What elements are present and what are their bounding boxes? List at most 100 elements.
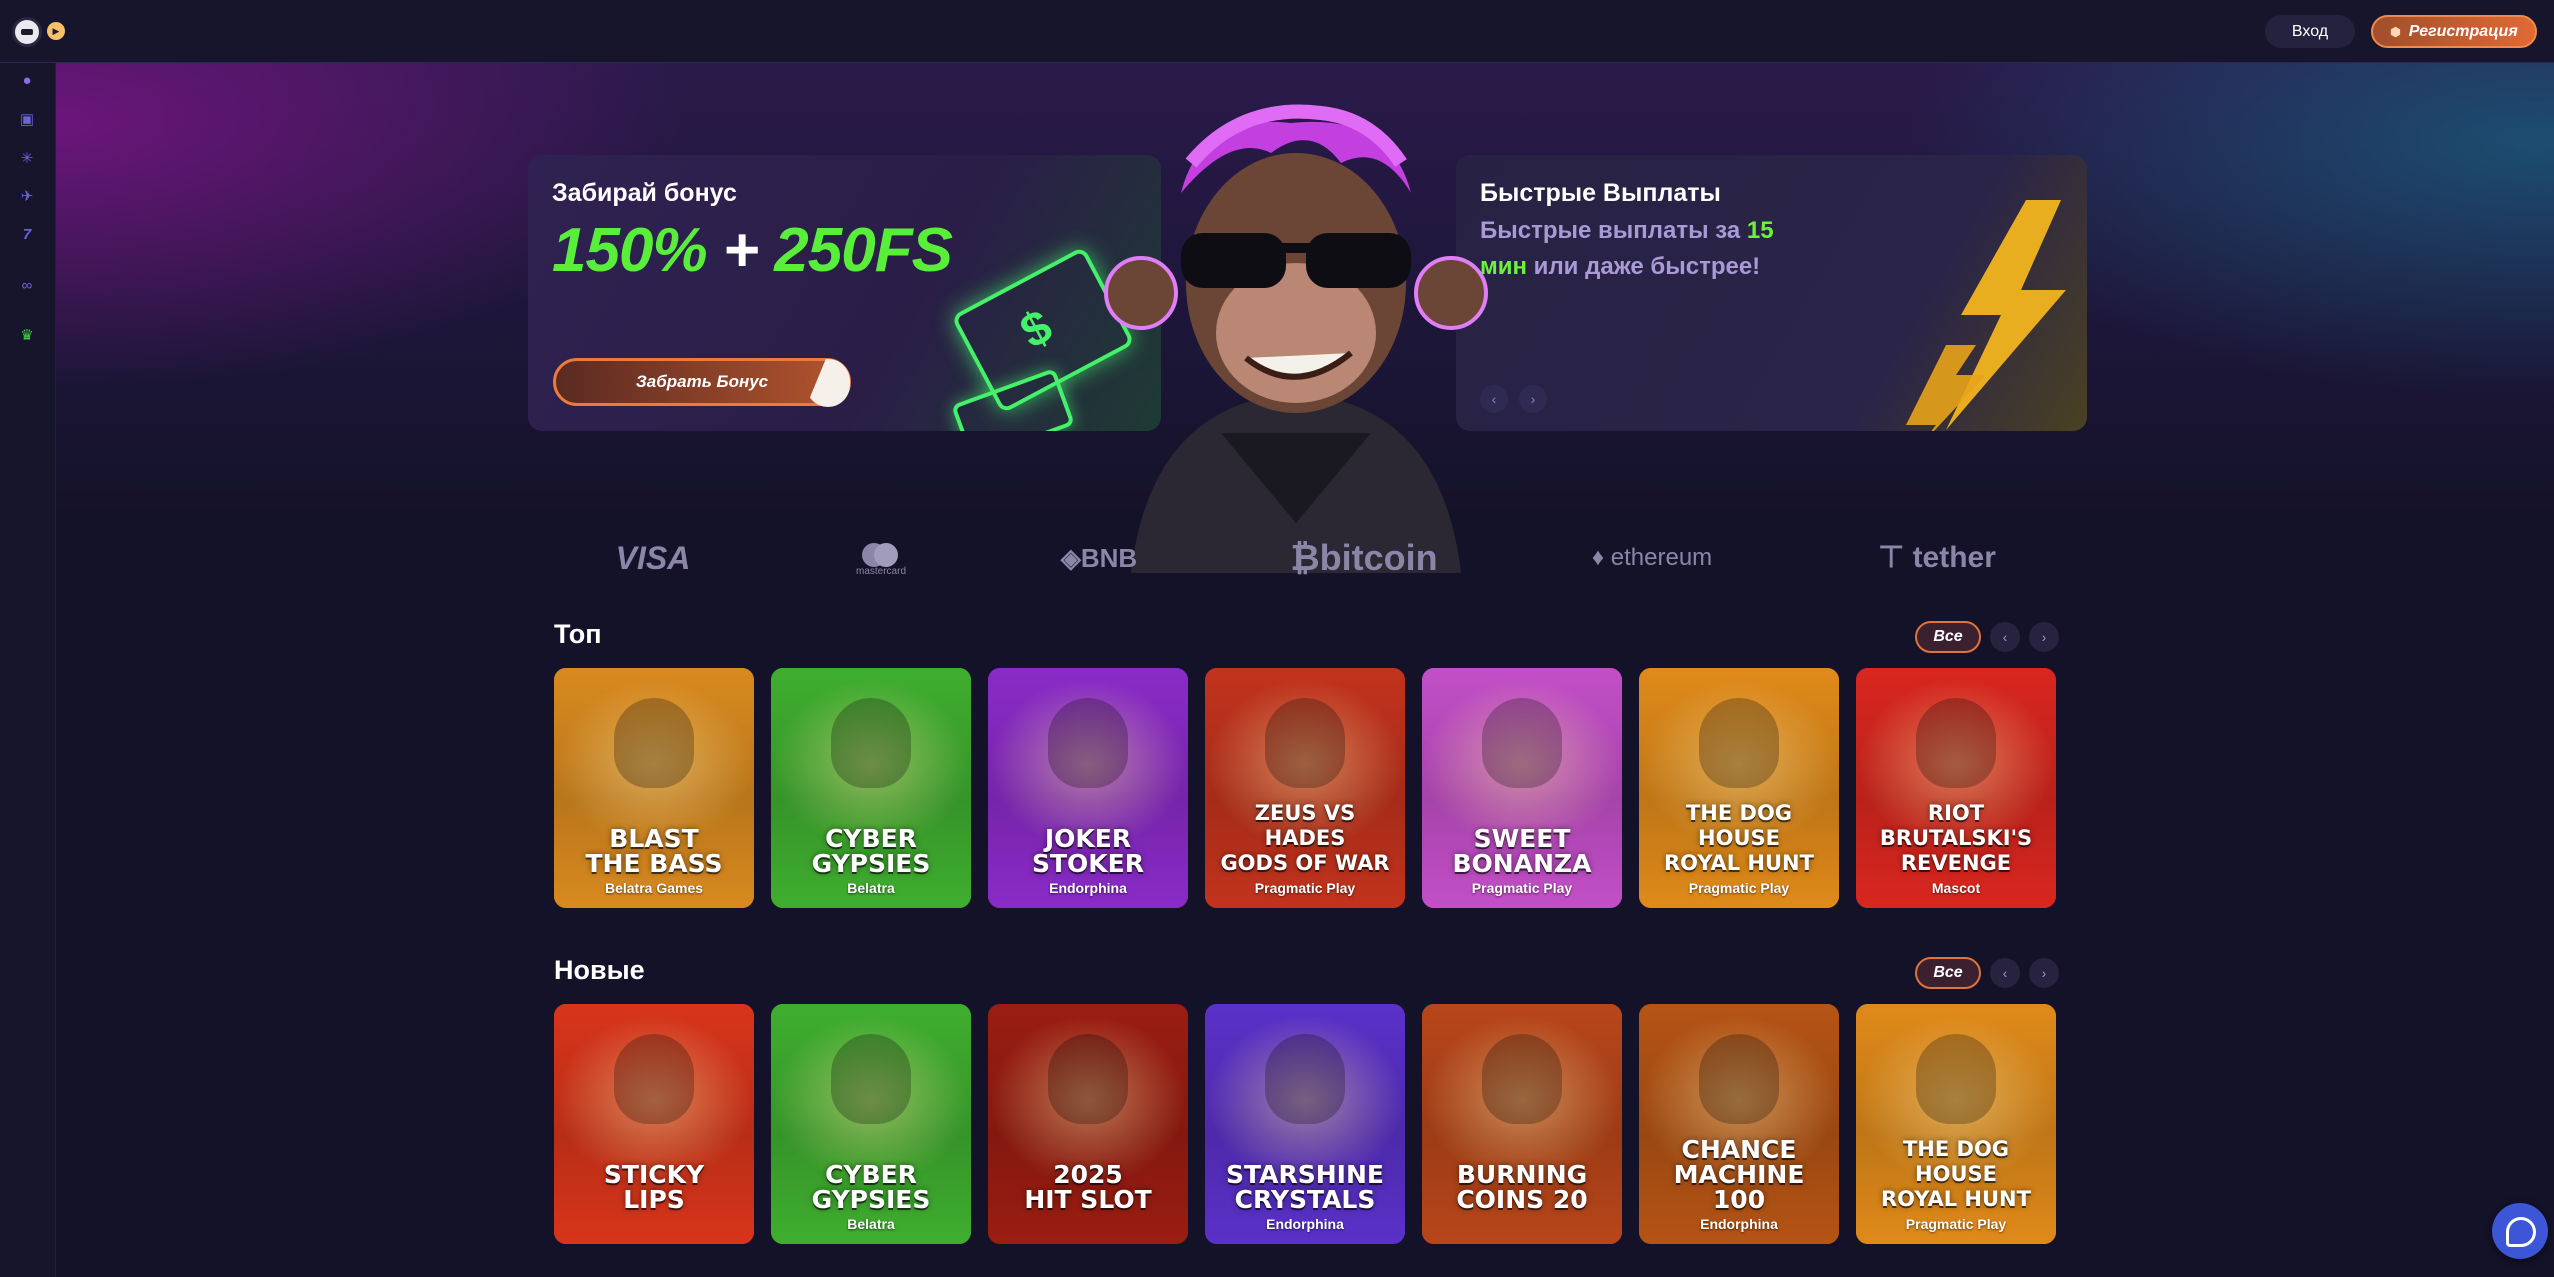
game-title: THE DOG HOUSE ROYAL HUNT	[1664, 801, 1814, 875]
game-card[interactable]: CYBER GYPSIES Belatra	[771, 1004, 971, 1244]
login-button[interactable]: Вход	[2265, 15, 2355, 48]
section-new-all-button[interactable]: Все	[1915, 957, 1981, 989]
claim-bonus-label: Забрать Бонус	[635, 372, 769, 391]
promo-next-button[interactable]: ›	[1519, 385, 1547, 413]
game-title: STICKY LIPS	[603, 1160, 705, 1214]
game-title: CHANCE MACHINE 100	[1673, 1135, 1805, 1214]
game-title: SWEET BONANZA	[1452, 824, 1592, 878]
payouts-text-after: или даже быстрее!	[1527, 253, 1761, 280]
chat-support-button[interactable]	[2492, 1203, 2548, 1259]
bitcoin-coin-icon: ₿	[1290, 537, 1320, 578]
game-character-icon	[614, 1034, 694, 1124]
game-card[interactable]: ZEUS VS HADES GODS OF WAR Pragmatic Play	[1205, 668, 1405, 908]
ethereum-diamond-icon: ♦	[1591, 544, 1605, 571]
play-icon[interactable]: ▶	[47, 22, 65, 40]
monkey-logo-icon[interactable]	[12, 17, 42, 47]
section-top-title: Топ	[554, 619, 602, 649]
game-provider: Belatra	[847, 1216, 895, 1232]
bonus-freespins: 250FS	[774, 216, 953, 285]
monkey-mascot-icon	[1104, 104, 1488, 573]
lucky-seven-icon[interactable]: 7	[17, 225, 37, 245]
game-provider: Pragmatic Play	[1254, 880, 1356, 896]
tether-icon: ⊤	[1878, 541, 1905, 574]
game-character-icon	[1265, 1034, 1345, 1124]
game-character-icon	[1482, 1034, 1562, 1124]
game-title: RIOT BRUTALSKI'S REVENGE	[1879, 801, 2033, 875]
game-card[interactable]: THE DOG HOUSE ROYAL HUNT Pragmatic Play	[1639, 668, 1839, 908]
game-title: ZEUS VS HADES GODS OF WAR	[1220, 801, 1390, 875]
game-card[interactable]: CYBER GYPSIES Belatra	[771, 668, 971, 908]
casino-page: ▶ Вход ⬢ Регистрация ● ▣ ✳ ✈ 7 ∞ ♛ Забира…	[0, 0, 2554, 1277]
game-character-icon	[1048, 1034, 1128, 1124]
game-character-icon	[1482, 698, 1562, 788]
game-character-icon	[1699, 698, 1779, 788]
trophy-icon[interactable]: ♛	[17, 326, 37, 346]
game-character-icon	[1699, 1034, 1779, 1124]
game-character-icon	[831, 698, 911, 788]
bitcoin-logo: ₿bitcoin	[1284, 533, 1444, 583]
bonus-percent: 150%	[552, 216, 708, 285]
payouts-card[interactable]: Быстрые Выплаты Быстрые выплаты за 15 ми…	[1456, 155, 2087, 431]
plane-icon[interactable]: ✈	[17, 187, 37, 207]
tether-logo: ⊤ tether	[1862, 533, 2012, 583]
bonus-card[interactable]: Забирай бонус 150% + 250FS Забрать Бонус	[528, 155, 1161, 431]
game-card[interactable]: BURNING COINS 20	[1422, 1004, 1622, 1244]
ethereum-logo: ♦ ethereum	[1572, 533, 1732, 583]
game-card[interactable]: JOKER STOKER Endorphina	[988, 668, 1188, 908]
sidebar: ● ▣ ✳ ✈ 7 ∞ ♛	[0, 63, 56, 1277]
game-card[interactable]: THE DOG HOUSE ROYAL HUNT Pragmatic Play	[1856, 1004, 2056, 1244]
game-provider: Pragmatic Play	[1905, 1216, 2007, 1232]
register-label: Регистрация	[2408, 23, 2518, 40]
game-title: BLAST THE BASS	[585, 824, 723, 878]
register-button[interactable]: ⬢ Регистрация	[2371, 15, 2537, 48]
payouts-text: Быстрые выплаты за 15 мин или даже быстр…	[1480, 213, 1810, 285]
game-title: CYBER GYPSIES	[811, 1160, 931, 1214]
top-bar: ▶ Вход ⬢ Регистрация	[0, 0, 2554, 63]
game-character-icon	[1916, 698, 1996, 788]
game-title: THE DOG HOUSE ROYAL HUNT	[1881, 1137, 2031, 1211]
bonus-title: Забирай бонус	[552, 179, 737, 207]
sparkle-icon[interactable]: ✳	[17, 149, 37, 169]
game-provider: Endorphina	[1266, 1216, 1344, 1232]
game-card[interactable]: RIOT BRUTALSKI'S REVENGE Mascot	[1856, 668, 2056, 908]
section-top-all-button[interactable]: Все	[1915, 621, 1981, 653]
lightning-bolt-icon	[1906, 200, 2066, 431]
poker-chip-icon[interactable]: ●	[17, 71, 37, 91]
section-new-next-button[interactable]: ›	[2029, 958, 2059, 988]
game-character-icon	[1048, 698, 1128, 788]
game-provider: Mascot	[1931, 880, 1981, 896]
game-provider: Pragmatic Play	[1471, 880, 1573, 896]
game-character-icon	[831, 1034, 911, 1124]
section-new-title: Новые	[554, 955, 645, 985]
game-card[interactable]: STICKY LIPS	[554, 1004, 754, 1244]
mastercard-label: mastercard	[855, 566, 906, 577]
game-title: BURNING COINS 20	[1456, 1160, 1588, 1214]
game-provider: Pragmatic Play	[1688, 880, 1790, 896]
visa-logo: VISA	[615, 540, 691, 576]
game-card[interactable]: CHANCE MACHINE 100 Endorphina	[1639, 1004, 1839, 1244]
game-character-icon	[614, 698, 694, 788]
game-title: CYBER GYPSIES	[811, 824, 931, 878]
section-top-prev-button[interactable]: ‹	[1990, 622, 2020, 652]
game-card[interactable]: SWEET BONANZA Pragmatic Play	[1422, 668, 1622, 908]
claim-bonus-button[interactable]: Забрать Бонус	[553, 358, 851, 406]
game-character-icon	[1265, 698, 1345, 788]
game-title: JOKER STOKER	[1031, 824, 1144, 878]
game-provider: Belatra	[847, 880, 895, 896]
game-card[interactable]: STARSHINE CRYSTALS Endorphina	[1205, 1004, 1405, 1244]
game-provider: Endorphina	[1049, 880, 1127, 896]
game-card[interactable]: BLAST THE BASS Belatra Games	[554, 668, 754, 908]
bnb-diamond-icon: ◈	[1060, 543, 1081, 573]
game-title: STARSHINE CRYSTALS	[1226, 1160, 1384, 1214]
mastercard-logo: mastercard	[836, 533, 926, 583]
link-icon[interactable]: ∞	[17, 276, 37, 296]
slot-machine-icon[interactable]: ▣	[17, 110, 37, 130]
bnb-logo: ◈BNB	[1044, 533, 1154, 583]
gift-icon: ⬢	[2390, 25, 2401, 39]
game-provider: Endorphina	[1700, 1216, 1778, 1232]
section-top-next-button[interactable]: ›	[2029, 622, 2059, 652]
game-card[interactable]: 2025 HIT SLOT	[988, 1004, 1188, 1244]
bitcoin-label: bitcoin	[1319, 537, 1438, 578]
game-title: 2025 HIT SLOT	[1024, 1160, 1152, 1214]
section-new-prev-button[interactable]: ‹	[1990, 958, 2020, 988]
